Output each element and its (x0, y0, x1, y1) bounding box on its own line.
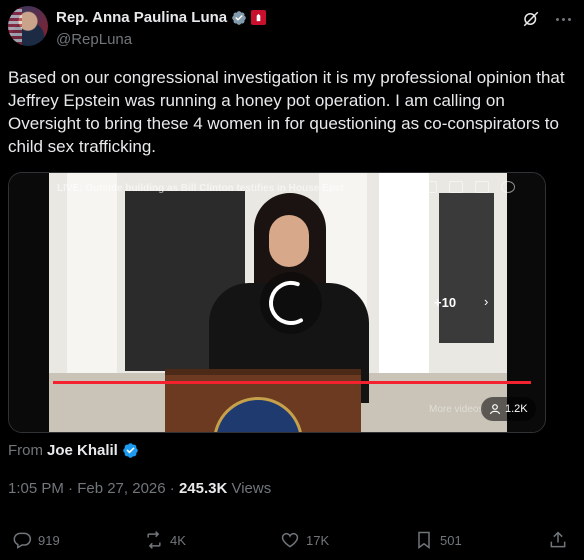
post-meta: 1:05 PM · Feb 27, 2026 · 245.3K Views (8, 480, 271, 497)
video-top-controls (423, 181, 515, 193)
post-text: Based on our congressional investigation… (8, 68, 565, 156)
reply-button[interactable]: 919 (12, 530, 60, 550)
video-progress-bar[interactable] (53, 381, 531, 384)
bookmark-count: 501 (440, 532, 462, 548)
author-avatar[interactable] (8, 6, 48, 46)
author-name-row: Rep. Anna Paulina Luna (56, 9, 267, 26)
reply-count: 919 (38, 532, 60, 548)
share-button[interactable] (548, 530, 568, 550)
post-timestamp[interactable]: 1:05 PM · Feb 27, 2026 · (8, 480, 179, 497)
video-letterbox-left (9, 173, 49, 432)
video-overlay-title: LIVE: Outside building as Bill Clinton t… (57, 183, 344, 194)
source-attribution: From Joe Khalil (8, 442, 139, 459)
video-player[interactable]: LIVE: Outside building as Bill Clinton t… (8, 172, 546, 433)
more-options-icon[interactable] (556, 18, 574, 24)
bookmark-button[interactable]: 501 (414, 530, 462, 550)
views-label: Views (231, 480, 272, 497)
more-videos-label[interactable]: More videos (429, 404, 483, 415)
grok-icon[interactable] (522, 10, 540, 28)
bookmark-icon (418, 531, 430, 549)
house-affiliation-icon[interactable] (251, 10, 267, 25)
like-button[interactable]: 17K (280, 530, 329, 550)
verified-badge-icon (232, 10, 246, 25)
pause-icon[interactable] (423, 181, 437, 193)
source-name-link[interactable]: Joe Khalil (47, 442, 118, 459)
repost-count: 4K (170, 532, 186, 548)
skip-forward-button[interactable]: +10 (434, 295, 456, 310)
video-letterbox-right (507, 173, 545, 432)
settings-icon[interactable] (501, 181, 515, 193)
cast-icon[interactable] (449, 181, 463, 193)
reply-icon (13, 532, 32, 549)
loading-spinner-icon (260, 272, 322, 334)
chevron-right-icon[interactable]: › (484, 294, 488, 309)
action-bar: 919 4K 17K 501 (12, 530, 572, 554)
capitol-icon (256, 13, 261, 22)
video-views-badge: 1.2K (481, 397, 536, 421)
post-header: Rep. Anna Paulina Luna @RepLuna (8, 6, 576, 52)
video-views-count: 1.2K (505, 403, 528, 415)
person-icon (489, 404, 501, 415)
attribution-prefix: From (8, 442, 43, 459)
view-count: 245.3K (178, 480, 228, 497)
author-handle[interactable]: @RepLuna (56, 31, 132, 48)
verified-blue-icon (123, 443, 138, 458)
captions-icon[interactable] (475, 181, 489, 193)
share-icon (550, 531, 566, 548)
repost-button[interactable]: 4K (144, 530, 186, 550)
heart-icon (281, 532, 299, 548)
author-name[interactable]: Rep. Anna Paulina Luna (56, 9, 227, 26)
repost-icon (147, 531, 161, 549)
like-count: 17K (306, 532, 330, 548)
